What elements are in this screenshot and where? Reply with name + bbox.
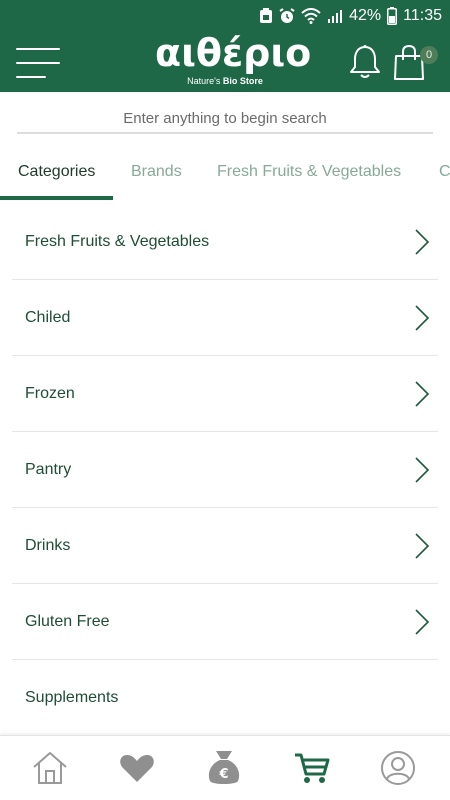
home-icon xyxy=(30,752,70,792)
list-item-chiled[interactable]: Chiled xyxy=(12,280,438,356)
list-item-fresh-fruits-vegetables[interactable]: Fresh Fruits & Vegetables xyxy=(12,204,438,280)
menu-icon-line-top xyxy=(16,48,60,50)
tab-partial-next[interactable]: C xyxy=(439,160,450,184)
logo-wordmark: αιθέριο xyxy=(155,31,312,75)
list-item-gluten-free[interactable]: Gluten Free xyxy=(12,584,438,660)
list-item-label: Frozen xyxy=(25,385,75,402)
wifi-icon xyxy=(301,8,321,24)
cart-count-badge: 0 xyxy=(420,46,438,64)
list-item-label: Pantry xyxy=(25,461,72,478)
chevron-right-icon xyxy=(414,228,430,256)
logo-tagline-prefix: Nature's xyxy=(187,76,221,86)
app-header: αιθέριο Nature's Bio Store 0 xyxy=(0,31,450,92)
chevron-right-icon xyxy=(414,304,430,332)
app-screen: 42% 11:35 αιθέριο Nature's Bio Store 0 E… xyxy=(0,0,450,800)
menu-button[interactable] xyxy=(16,46,60,80)
chevron-right-icon xyxy=(414,456,430,484)
tab-fresh-fruits-vegetables[interactable]: Fresh Fruits & Vegetables xyxy=(217,160,401,184)
category-list: Fresh Fruits & Vegetables Chiled Frozen … xyxy=(12,204,438,734)
list-item-supplements[interactable]: Supplements xyxy=(12,660,438,734)
battery-icon xyxy=(387,7,398,25)
chevron-right-icon xyxy=(414,380,430,408)
top-bar: 42% 11:35 αιθέριο Nature's Bio Store 0 xyxy=(0,0,450,92)
nav-favorites-button[interactable] xyxy=(117,748,157,788)
cart-icon xyxy=(292,753,332,792)
bottom-navigation: € xyxy=(0,735,450,800)
tab-brands[interactable]: Brands xyxy=(131,160,182,184)
list-item-label: Supplements xyxy=(25,689,119,706)
header-cart-button[interactable]: 0 xyxy=(392,42,442,82)
list-item-label: Gluten Free xyxy=(25,613,110,630)
list-item-label: Chiled xyxy=(25,309,71,326)
list-item-drinks[interactable]: Drinks xyxy=(12,508,438,584)
list-item-pantry[interactable]: Pantry xyxy=(12,432,438,508)
list-item-frozen[interactable]: Frozen xyxy=(12,356,438,432)
signal-icon xyxy=(327,8,343,24)
list-item-label: Fresh Fruits & Vegetables xyxy=(25,233,210,250)
tab-categories[interactable]: Categories xyxy=(18,160,95,184)
nav-cart-button[interactable] xyxy=(292,748,332,788)
tab-bar: Categories Brands Fresh Fruits & Vegetab… xyxy=(0,148,450,202)
money-bag-euro-icon: € xyxy=(204,751,244,792)
chevron-right-icon xyxy=(414,608,430,636)
status-icons: 42% 11:35 xyxy=(259,6,442,26)
logo-tagline-bold: Bio Store xyxy=(222,76,263,86)
active-tab-indicator xyxy=(0,196,113,200)
nav-offers-button[interactable]: € xyxy=(204,748,244,788)
nav-home-button[interactable] xyxy=(30,748,70,788)
status-bar: 42% 11:35 xyxy=(0,0,450,32)
menu-icon-line-middle xyxy=(16,62,60,64)
chevron-right-icon xyxy=(414,532,430,560)
battery-percent: 42% xyxy=(349,7,382,24)
list-item-label: Drinks xyxy=(25,537,71,554)
bell-icon xyxy=(348,45,382,84)
nav-account-button[interactable] xyxy=(378,748,418,788)
search-bar xyxy=(17,104,433,134)
logo-tagline: Nature's Bio Store xyxy=(155,76,295,87)
menu-icon-line-bottom xyxy=(16,76,46,78)
alarm-icon xyxy=(279,8,295,24)
svg-text:€: € xyxy=(218,767,228,782)
user-icon xyxy=(378,751,418,792)
nfc-icon xyxy=(259,8,273,24)
search-input[interactable] xyxy=(17,104,433,132)
heart-icon xyxy=(117,755,157,792)
store-logo[interactable]: αιθέριο Nature's Bio Store xyxy=(155,31,311,90)
notifications-button[interactable] xyxy=(348,44,382,80)
status-time: 11:35 xyxy=(403,7,442,24)
